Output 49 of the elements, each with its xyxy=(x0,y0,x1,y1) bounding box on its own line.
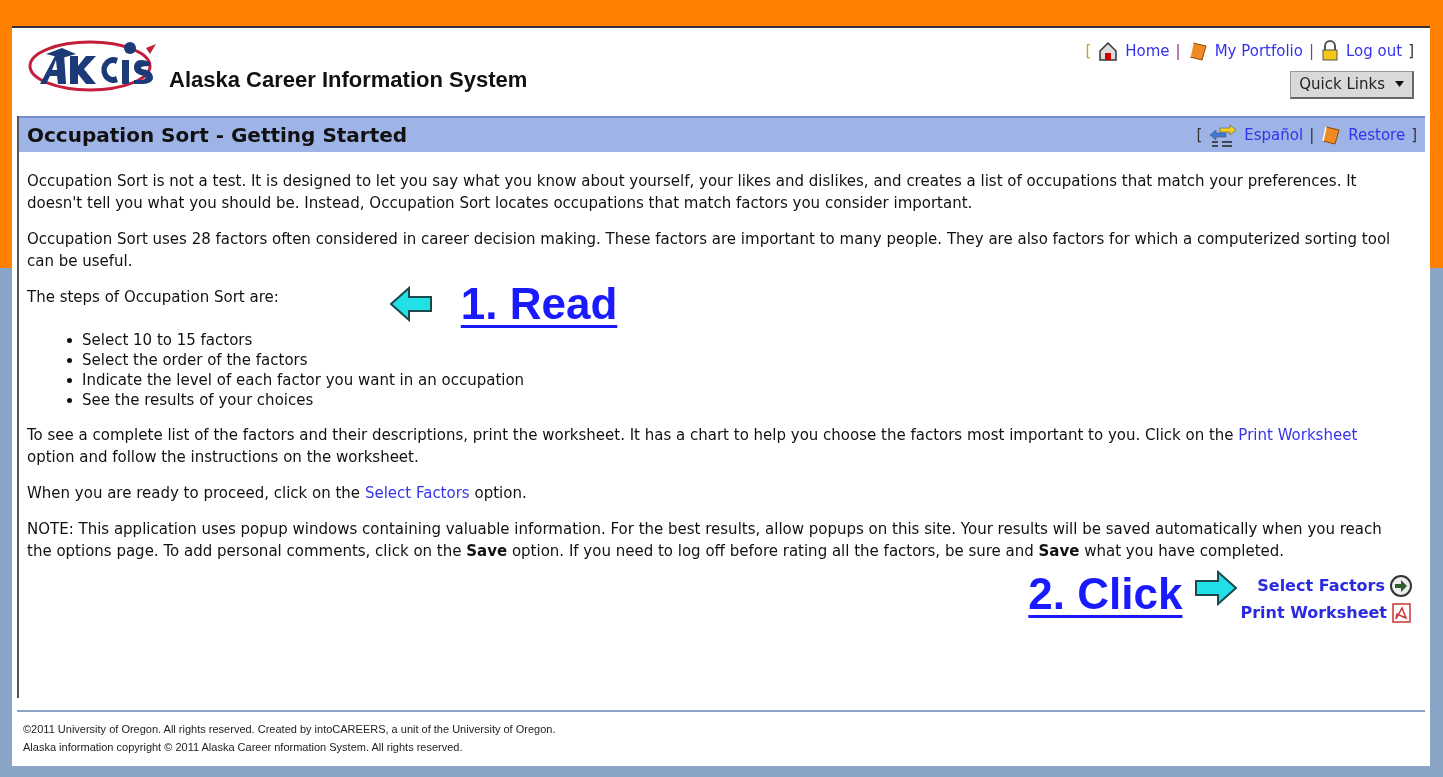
right-arrow-icon xyxy=(1194,570,1239,606)
intro-paragraph: Occupation Sort is not a test. It is designed to let you say what you know about yourself, your likes and dislikes, and creates a list of occupations that match your preferences. It doesn't tell you what you should be. Instead, Occupation Sort locates occupations that match factors you consider important. xyxy=(27,171,1358,214)
header-link[interactable]: My Portfolio xyxy=(1214,40,1303,63)
pdf-icon xyxy=(1391,602,1413,624)
action-link[interactable]: Print Worksheet xyxy=(1240,602,1387,624)
translate-arrows-icon xyxy=(1208,122,1239,148)
bracket: [ xyxy=(1196,124,1203,146)
note-paragraph: NOTE: This application uses popup windows containing valuable information. For the best results, allow popups on this site. Your results will be saved automatically when you reach the options page. To add personal comments, click on the Save option. If you need to log off before rating all the factors, be sure and Save what you have completed. xyxy=(27,519,1383,562)
bullet-icon xyxy=(67,377,72,383)
page-title: Occupation Sort - Getting Started xyxy=(27,122,408,149)
bullet-icon xyxy=(67,337,72,343)
title-bar-link[interactable]: Restore xyxy=(1348,123,1406,147)
steps-heading: The steps of Occupation Sort are: xyxy=(27,287,279,308)
header-link[interactable]: Log out xyxy=(1346,40,1403,63)
link-separator: | xyxy=(1175,41,1181,62)
paragraph-text: When you are ready to proceed, click on the xyxy=(27,484,362,502)
read-annotation: 1. Read xyxy=(460,280,618,328)
book-icon xyxy=(1320,124,1343,146)
bullet-icon xyxy=(67,357,72,363)
padlock-icon xyxy=(1320,40,1340,63)
header-link[interactable]: Home xyxy=(1125,40,1170,63)
bullet-icon xyxy=(67,397,72,403)
link-separator: | xyxy=(1309,124,1315,146)
intro-paragraph: Occupation Sort uses 28 factors often considered in career decision making. These factors are important to many people. They are also factors for which a computerized sorting tool can be useful. xyxy=(27,229,1392,272)
step-item: See the results of your choices xyxy=(67,390,1417,410)
click-annotation: 2. Click xyxy=(1028,570,1183,618)
action-link[interactable]: Select Factors xyxy=(1257,575,1385,597)
caret-down-icon xyxy=(1395,81,1404,87)
site-title: Alaska Career Information System xyxy=(169,66,528,94)
bracket: ] xyxy=(1408,41,1414,62)
step-item: Select 10 to 15 factors xyxy=(67,330,1417,350)
quick-links-dropdown[interactable]: Quick Links xyxy=(1290,70,1414,99)
right-arrow-circle-icon xyxy=(1389,574,1413,598)
book-icon xyxy=(1186,40,1209,63)
print-worksheet-link[interactable]: Print Worksheet xyxy=(1238,426,1358,444)
paragraph-text: option. xyxy=(473,484,527,502)
link-separator: | xyxy=(1308,41,1314,62)
paragraph-text: To see a complete list of the factors and their descriptions, print the worksheet. It has a chart to help you choose the factors most important to you. Click on the xyxy=(27,426,1235,444)
footer-text: Alaska information copyright © 2011 Alaska Career nformation System. All rights reserved. xyxy=(23,740,464,755)
step-item: Indicate the level of each factor you want in an occupation xyxy=(67,370,1417,390)
bracket: [ xyxy=(1085,41,1092,62)
house-icon xyxy=(1097,40,1120,63)
left-arrow-icon xyxy=(388,286,433,322)
paragraph-text: option and follow the instructions on the worksheet. xyxy=(27,448,419,466)
bracket: ] xyxy=(1411,124,1417,146)
select-factors-link[interactable]: Select Factors xyxy=(364,484,470,502)
title-bar-link[interactable]: Español xyxy=(1244,123,1304,147)
footer-text: ©2011 University of Oregon. All rights reserved. Created by intoCAREERS, a unit of the University of Oregon. xyxy=(23,722,557,737)
step-item: Select the order of the factors xyxy=(67,350,1417,370)
